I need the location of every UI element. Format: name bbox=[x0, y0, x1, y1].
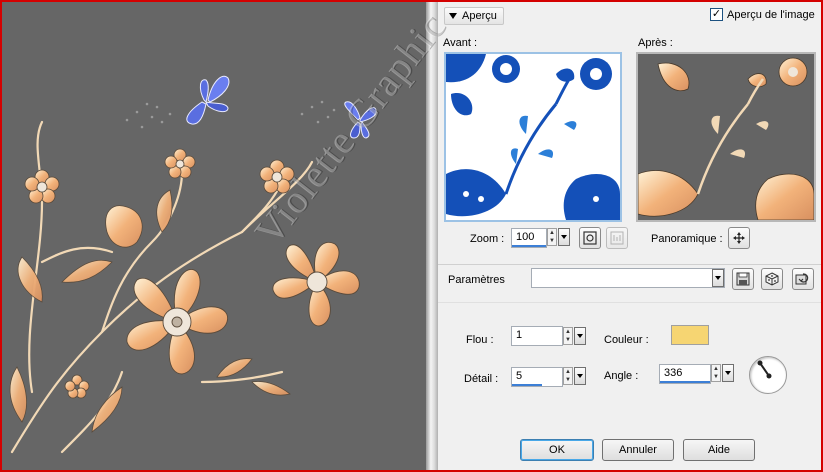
preview-section-label: Aperçu bbox=[462, 10, 497, 22]
detail-spinner[interactable]: ▲ ▼ bbox=[563, 367, 573, 385]
angle-input-underline bbox=[660, 381, 710, 383]
after-preview-image bbox=[638, 54, 814, 220]
presets-dropdown[interactable] bbox=[712, 269, 724, 287]
zoom-fit-button[interactable] bbox=[579, 227, 601, 249]
detail-dropdown[interactable] bbox=[574, 367, 586, 385]
preview-section-toggle[interactable]: Aperçu bbox=[444, 7, 504, 25]
after-label: Après : bbox=[638, 37, 673, 49]
butterfly-icon bbox=[186, 75, 230, 125]
zoom-input[interactable]: 100 bbox=[511, 228, 547, 248]
reset-icon bbox=[795, 273, 809, 285]
pan-label: Panoramique : bbox=[651, 233, 723, 245]
dice-icon bbox=[765, 272, 779, 286]
reset-defaults-button[interactable] bbox=[792, 268, 814, 290]
image-preview-checkbox-row[interactable]: ✓ Aperçu de l'image bbox=[710, 8, 815, 21]
angle-value: 336 bbox=[664, 367, 683, 379]
zoom-spinner[interactable]: ▲ ▼ bbox=[547, 228, 557, 246]
zoom-label: Zoom : bbox=[470, 233, 505, 245]
image-preview-label: Aperçu de l'image bbox=[727, 8, 815, 21]
angle-dial[interactable] bbox=[749, 356, 787, 394]
angle-label: Angle : bbox=[604, 370, 639, 382]
after-preview bbox=[636, 52, 816, 222]
zoom-input-underline bbox=[512, 245, 546, 247]
presets-label: Paramètres bbox=[448, 274, 505, 286]
blur-input[interactable]: 1 bbox=[511, 326, 563, 346]
before-preview bbox=[444, 52, 622, 222]
help-button[interactable]: Aide bbox=[683, 439, 755, 461]
detail-input[interactable]: 5 bbox=[511, 367, 563, 387]
save-preset-button[interactable] bbox=[732, 268, 754, 290]
image-preview-checkbox[interactable]: ✓ bbox=[710, 8, 723, 21]
pan-button[interactable] bbox=[728, 227, 750, 249]
blur-label: Flou : bbox=[466, 334, 494, 346]
floppy-disk-icon bbox=[736, 272, 750, 286]
zoom-actual-size-button[interactable] bbox=[606, 227, 628, 249]
before-preview-image bbox=[446, 54, 620, 220]
zoom-value: 100 bbox=[516, 231, 535, 243]
blur-value: 1 bbox=[516, 329, 523, 341]
dial-needle-icon bbox=[757, 360, 772, 379]
cancel-button[interactable]: Annuler bbox=[602, 439, 674, 461]
color-swatch[interactable] bbox=[671, 325, 709, 345]
splitter-handle[interactable] bbox=[426, 2, 438, 470]
zoom-dropdown[interactable] bbox=[558, 228, 570, 246]
blur-dropdown[interactable] bbox=[574, 327, 586, 345]
detail-input-underline bbox=[512, 384, 542, 386]
angle-input[interactable]: 336 bbox=[659, 364, 711, 384]
color-label: Couleur : bbox=[604, 334, 649, 346]
separator bbox=[438, 264, 821, 265]
zoom-fit-icon bbox=[583, 231, 597, 245]
separator bbox=[438, 302, 821, 303]
blur-spinner[interactable]: ▲ ▼ bbox=[563, 327, 573, 345]
randomize-button[interactable] bbox=[761, 268, 783, 290]
presets-input[interactable] bbox=[531, 268, 725, 288]
image-canvas[interactable] bbox=[2, 2, 426, 470]
settings-panel: Aperçu ✓ Aperçu de l'image Avant : Après… bbox=[438, 2, 821, 470]
move-arrows-icon bbox=[733, 232, 745, 244]
ok-button[interactable]: OK bbox=[520, 439, 594, 461]
angle-spinner[interactable]: ▲ ▼ bbox=[711, 364, 721, 382]
angle-dropdown[interactable] bbox=[722, 364, 734, 382]
detail-label: Détail : bbox=[464, 373, 499, 385]
triangle-down-icon bbox=[449, 13, 457, 19]
actual-size-icon bbox=[610, 231, 624, 245]
detail-value: 5 bbox=[516, 370, 523, 382]
